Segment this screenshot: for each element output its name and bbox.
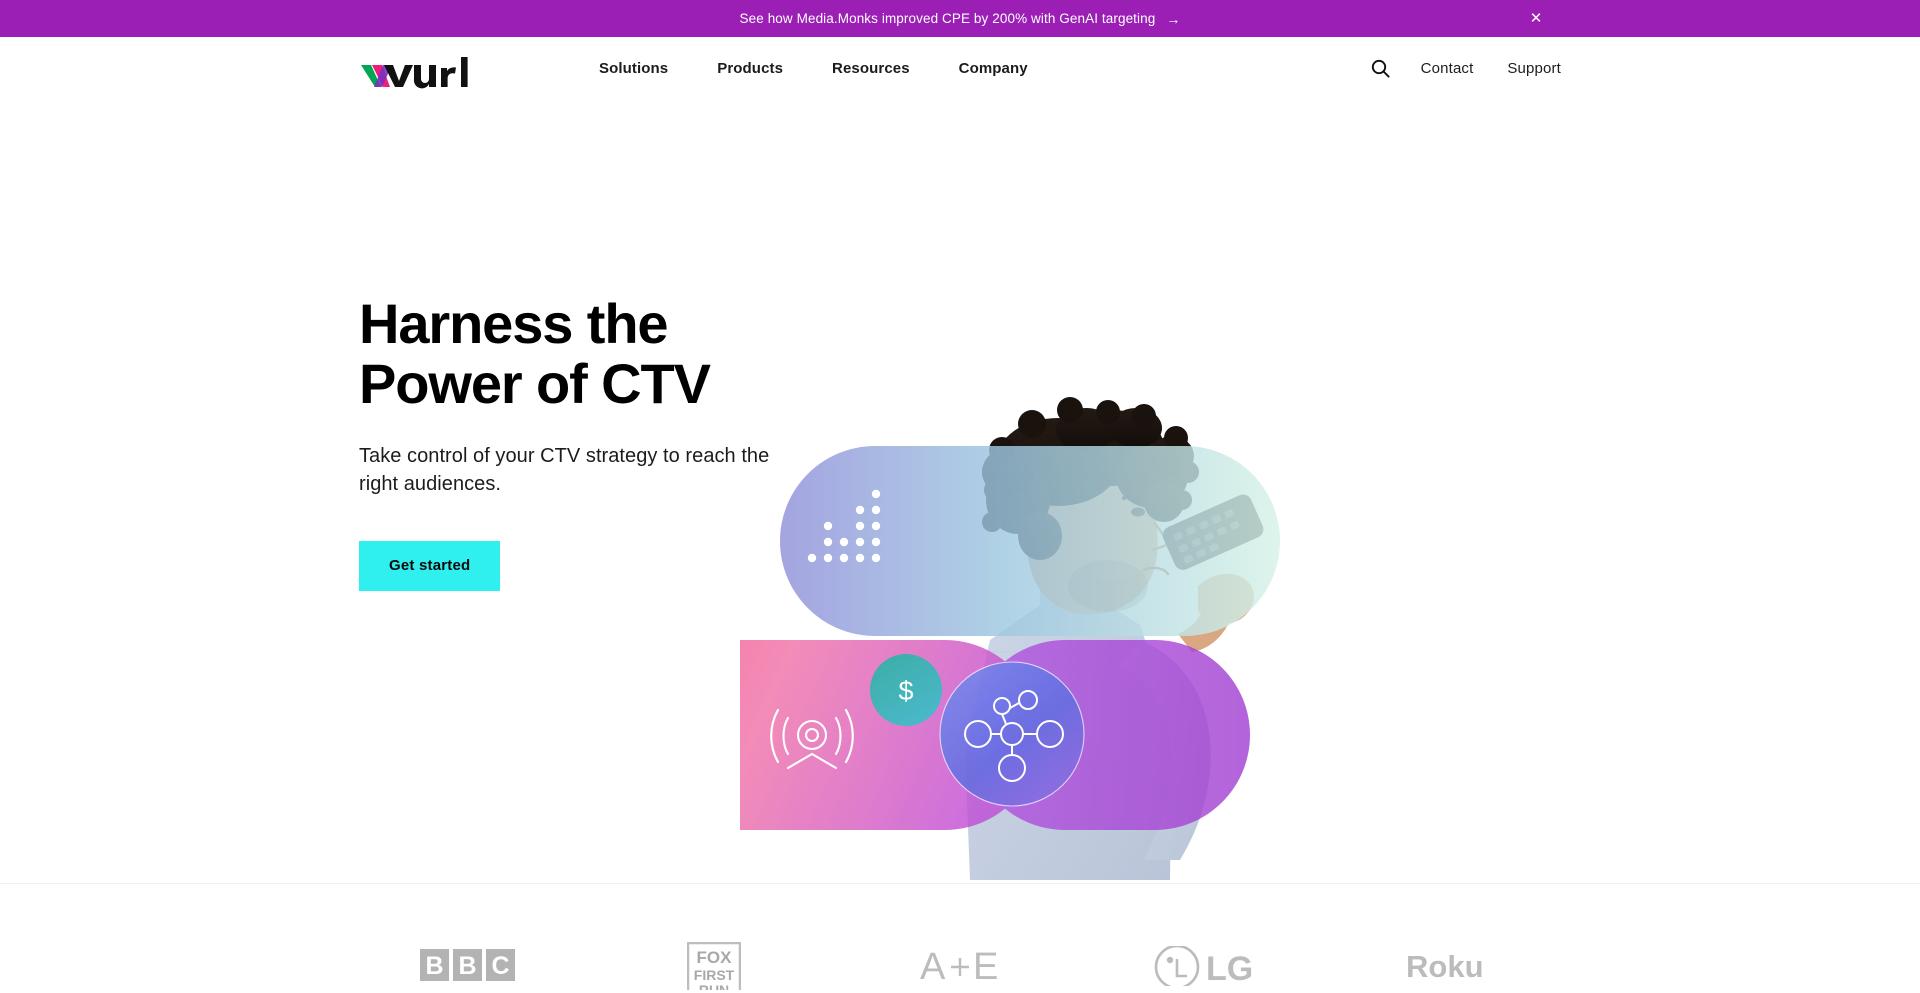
announcement-text: See how Media.Monks improved CPE by 200%…: [739, 11, 1156, 26]
get-started-button[interactable]: Get started: [359, 540, 501, 591]
hero-title-line-2: Power of CTV: [359, 351, 711, 415]
nav-item-resources[interactable]: Resources: [832, 52, 910, 85]
nav-item-company[interactable]: Company: [959, 52, 1028, 85]
wurl-logo[interactable]: [359, 50, 481, 90]
nav-item-products[interactable]: Products: [717, 52, 783, 85]
header-utility-area: Contact Support: [1368, 56, 1561, 82]
svg-text:RUN: RUN: [699, 982, 729, 990]
svg-text:C: C: [491, 952, 509, 980]
announcement-link[interactable]: See how Media.Monks improved CPE by 200%…: [740, 11, 1181, 26]
svg-text:A: A: [920, 946, 946, 986]
site-header: Solutions Products Resources Company Con…: [0, 37, 1920, 100]
svg-text:FIRST: FIRST: [694, 967, 735, 983]
dollar-icon: $: [898, 676, 913, 706]
lg-logo: LG: [1083, 884, 1329, 993]
contact-link[interactable]: Contact: [1421, 60, 1474, 77]
bbc-logo: B B C: [345, 884, 591, 993]
partner-logos: B B C FOX FIRST RUN A E LG Roku: [0, 883, 1920, 993]
nav-item-solutions[interactable]: Solutions: [599, 52, 668, 85]
svg-text:B: B: [458, 952, 476, 980]
announcement-banner: See how Media.Monks improved CPE by 200%…: [0, 0, 1920, 37]
roku-logo: Roku: [1329, 884, 1575, 993]
ae-logo: A E: [837, 884, 1083, 993]
search-icon[interactable]: [1368, 56, 1394, 82]
svg-text:Roku: Roku: [1406, 949, 1484, 983]
hero-title-line-1: Harness the: [359, 292, 669, 355]
hero-section: Harness the Power of CTV Take control of…: [0, 100, 1920, 883]
shape-pill-top: [780, 446, 1280, 636]
hero-artwork: $: [740, 390, 1380, 880]
hero-subtitle: Take control of your CTV strategy to rea…: [359, 444, 770, 496]
close-icon[interactable]: ✕: [1526, 9, 1546, 29]
svg-text:B: B: [425, 952, 443, 980]
support-link[interactable]: Support: [1507, 60, 1561, 77]
arrow-right-icon: →: [1166, 10, 1181, 27]
svg-text:E: E: [973, 946, 998, 986]
svg-text:FOX: FOX: [697, 948, 733, 967]
svg-text:LG: LG: [1206, 950, 1253, 986]
primary-nav: Solutions Products Resources Company: [599, 52, 1028, 85]
fox-first-run-logo: FOX FIRST RUN: [591, 884, 837, 993]
